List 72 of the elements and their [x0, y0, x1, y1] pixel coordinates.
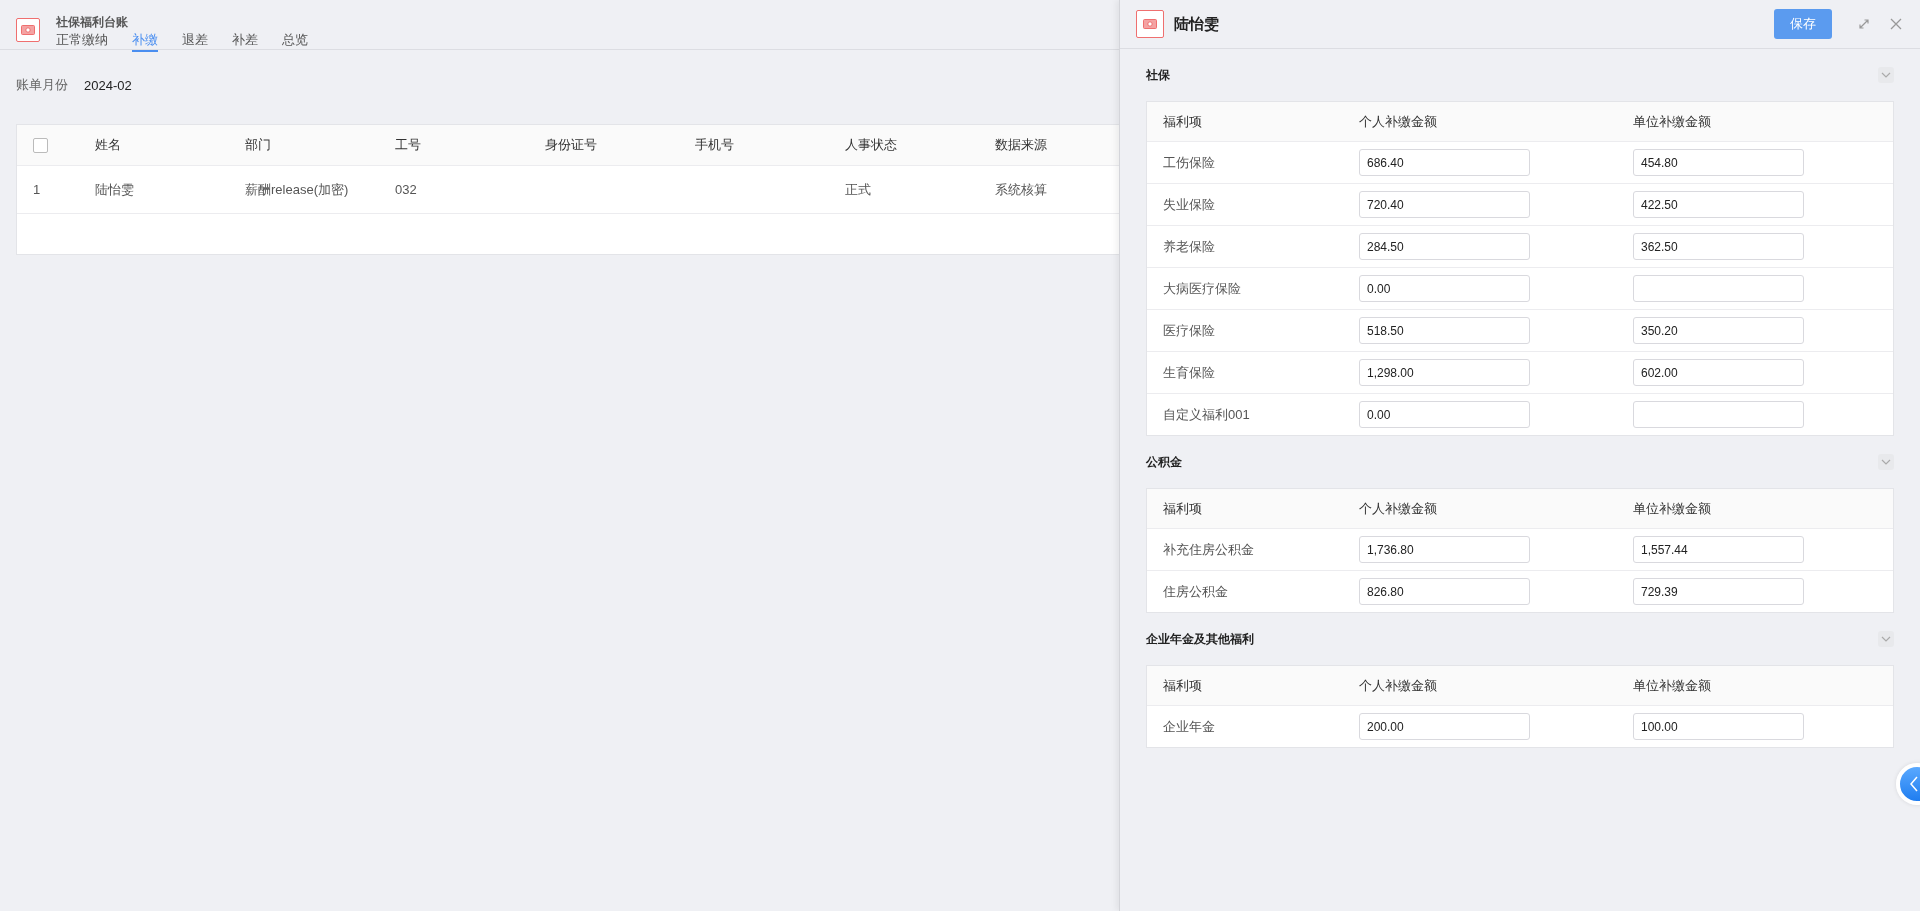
column-header: 个人补缴金额 [1359, 112, 1437, 131]
tab[interactable]: 正常缴纳 [56, 33, 108, 52]
column-header: 身份证号 [545, 136, 597, 154]
amount-field[interactable]: 1,298.00 [1359, 359, 1530, 386]
select-all-checkbox[interactable] [33, 137, 48, 153]
benefit-name: 失业保险 [1163, 195, 1215, 214]
column-header: 福利项 [1163, 112, 1202, 131]
expand-icon[interactable] [1856, 16, 1872, 32]
amount-field[interactable]: 686.40 [1359, 149, 1530, 176]
row-number: 1 [33, 182, 41, 197]
amount-field[interactable]: 729.39 [1633, 578, 1804, 605]
benefit-name: 补充住房公积金 [1163, 540, 1254, 559]
benefit-name: 生育保险 [1163, 363, 1215, 382]
tab[interactable]: 补差 [232, 33, 258, 52]
amount-field[interactable]: 602.00 [1633, 359, 1804, 386]
amount-field[interactable]: 1,736.80 [1359, 536, 1530, 563]
amount-field[interactable] [1633, 275, 1804, 302]
benefit-name: 医疗保险 [1163, 321, 1215, 340]
column-header: 单位补缴金额 [1633, 499, 1711, 518]
column-header: 单位补缴金额 [1633, 112, 1711, 131]
amount-field[interactable]: 362.50 [1633, 233, 1804, 260]
column-header: 个人补缴金额 [1359, 499, 1437, 518]
amount-field[interactable]: 1,557.44 [1633, 536, 1804, 563]
amount-field[interactable]: 720.40 [1359, 191, 1530, 218]
column-header: 姓名 [95, 136, 121, 154]
amount-field[interactable]: 100.00 [1633, 713, 1804, 740]
chevron-down-icon[interactable] [1878, 631, 1894, 647]
benefit-name: 养老保险 [1163, 237, 1215, 256]
section-title: 社保 [1146, 66, 1170, 84]
column-header: 人事状态 [845, 136, 897, 154]
page-title: 社保福利台账 [56, 15, 129, 29]
table-cell: 正式 [845, 180, 871, 199]
column-header: 部门 [245, 136, 271, 154]
amount-field[interactable]: 0.00 [1359, 275, 1530, 302]
chevron-left-icon [1909, 776, 1919, 792]
amount-field[interactable] [1633, 401, 1804, 428]
money-icon [1136, 10, 1164, 38]
close-icon[interactable] [1888, 16, 1904, 32]
benefit-name: 自定义福利001 [1163, 405, 1250, 424]
column-header: 福利项 [1163, 676, 1202, 695]
column-header: 数据来源 [995, 136, 1047, 154]
column-header: 个人补缴金额 [1359, 676, 1437, 695]
filter-label: 账单月份 [16, 76, 68, 94]
drawer-title: 陆怡雯 [1174, 14, 1219, 34]
tab[interactable]: 总览 [282, 33, 308, 52]
money-icon [16, 18, 40, 42]
column-header: 福利项 [1163, 499, 1202, 518]
amount-field[interactable]: 350.20 [1633, 317, 1804, 344]
table-cell: 系统核算 [995, 180, 1047, 199]
table-cell: 陆怡雯 [95, 180, 134, 199]
amount-field[interactable]: 0.00 [1359, 401, 1530, 428]
chevron-down-icon[interactable] [1878, 67, 1894, 83]
benefit-name: 大病医疗保险 [1163, 279, 1241, 298]
chevron-down-icon[interactable] [1878, 454, 1894, 470]
benefit-name: 住房公积金 [1163, 582, 1228, 601]
column-header: 工号 [395, 136, 421, 154]
section-title: 公积金 [1146, 453, 1182, 471]
amount-field[interactable]: 284.50 [1359, 233, 1530, 260]
table-cell: 032 [395, 182, 417, 197]
amount-field[interactable]: 200.00 [1359, 713, 1530, 740]
benefit-name: 企业年金 [1163, 717, 1215, 736]
amount-field[interactable]: 518.50 [1359, 317, 1530, 344]
column-header: 单位补缴金额 [1633, 676, 1711, 695]
column-header: 手机号 [695, 136, 734, 154]
amount-field[interactable]: 826.80 [1359, 578, 1530, 605]
section-title: 企业年金及其他福利 [1146, 630, 1254, 648]
filter-value: 2024-02 [84, 77, 132, 93]
amount-field[interactable]: 422.50 [1633, 191, 1804, 218]
benefit-name: 工伤保险 [1163, 153, 1215, 172]
table-cell: 薪酬release(加密) [245, 180, 349, 199]
tab[interactable]: 退差 [182, 33, 208, 52]
amount-field[interactable]: 454.80 [1633, 149, 1804, 176]
